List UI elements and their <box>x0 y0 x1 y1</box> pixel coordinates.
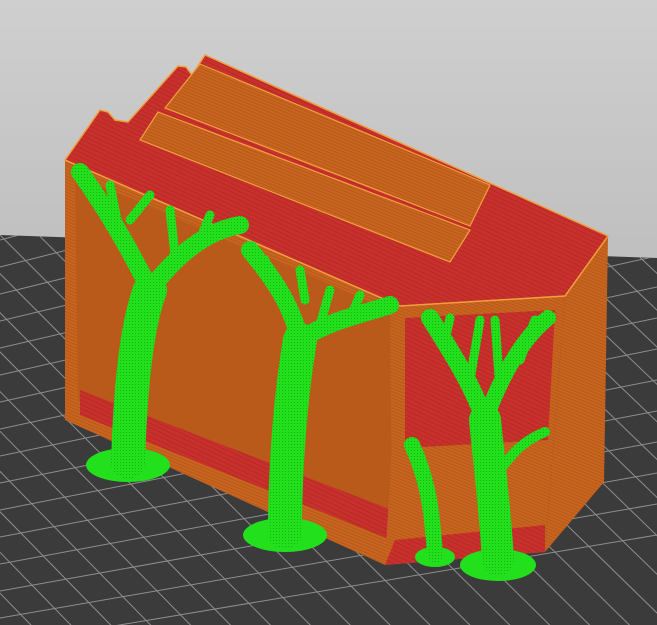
3d-preview-viewport[interactable] <box>0 0 657 625</box>
slicer-preview-canvas[interactable] <box>0 0 657 625</box>
